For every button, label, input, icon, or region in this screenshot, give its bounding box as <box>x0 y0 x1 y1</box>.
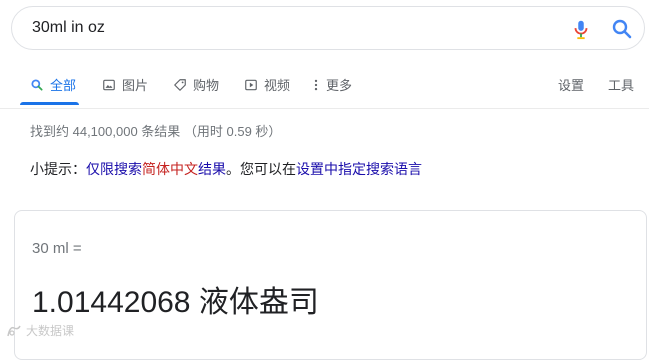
tab-images[interactable]: 图片 <box>102 75 148 94</box>
tab-more[interactable]: 更多 <box>312 75 352 94</box>
tab-settings-label: 设置 <box>558 78 585 93</box>
play-icon <box>245 79 257 90</box>
more-vert-icon <box>314 79 318 90</box>
watermark-text: 大数据课 <box>26 324 75 338</box>
tab-all-label: 全部 <box>50 78 77 93</box>
language-tip: 小提示：仅限搜索简体中文结果。您可以在设置中指定搜索语言 <box>30 159 422 179</box>
converter-result: 1.01442068 液体盎司 <box>32 286 319 319</box>
active-tab-indicator <box>20 102 79 105</box>
tab-images-label: 图片 <box>122 78 149 93</box>
restrict-language-link[interactable]: 仅限搜索 <box>86 161 142 177</box>
watermark-logo-icon <box>7 325 21 336</box>
tip-middle: 。您可以在 <box>226 161 296 177</box>
tip-prefix: 小提示： <box>30 161 86 177</box>
results-link[interactable]: 结果 <box>198 161 226 177</box>
tab-shopping[interactable]: 购物 <box>173 75 219 94</box>
tab-videos-label: 视频 <box>264 78 291 93</box>
language-highlight[interactable]: 简体中文 <box>142 161 198 177</box>
search-query[interactable]: 30ml in oz <box>32 19 105 37</box>
tab-more-label: 更多 <box>326 78 353 93</box>
unit-converter-card: 30 ml = 1.01442068 液体盎司 <box>14 210 647 360</box>
tip-suffix[interactable]: 中指定搜索语言 <box>324 161 422 177</box>
tab-tools[interactable]: 工具 <box>608 75 634 94</box>
tab-tools-label: 工具 <box>608 78 635 93</box>
result-stats: 找到约 44,100,000 条结果 （用时 0.59 秒） <box>30 124 282 139</box>
tab-all[interactable]: 全部 <box>30 75 76 94</box>
converter-input: 30 ml = <box>32 240 82 257</box>
watermark: 大数据课 <box>6 322 74 339</box>
tag-icon <box>174 78 186 91</box>
search-tabs: 全部 图片 购物 视频 更多 设置 工具 <box>0 70 649 109</box>
tab-videos[interactable]: 视频 <box>244 75 290 94</box>
microphone-icon[interactable] <box>570 17 592 41</box>
search-bar[interactable]: 30ml in oz <box>11 6 645 50</box>
tab-settings[interactable]: 设置 <box>558 75 584 94</box>
search-icon <box>31 78 43 91</box>
settings-link[interactable]: 设置 <box>296 161 324 177</box>
search-icon[interactable] <box>610 17 634 41</box>
image-icon <box>103 79 115 90</box>
tab-shopping-label: 购物 <box>193 78 220 93</box>
